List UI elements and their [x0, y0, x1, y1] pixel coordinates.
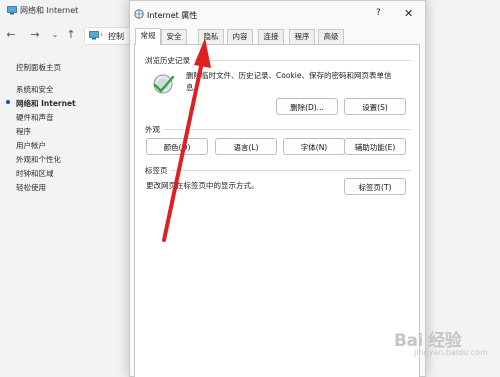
delete-history-button[interactable]: 删除(D)...	[276, 98, 338, 115]
address-text: 控制	[108, 32, 124, 41]
control-panel-icon	[89, 31, 99, 40]
network-icon	[7, 6, 17, 15]
sidebar-item-hardware-sound[interactable]: 硬件和声音	[16, 112, 54, 123]
languages-button[interactable]: 语言(L)	[215, 138, 277, 155]
sidebar-item-ease-of-access[interactable]: 轻松使用	[16, 182, 46, 193]
globe-gear-icon	[134, 9, 144, 19]
tab-general[interactable]: 常规	[135, 28, 161, 45]
section-divider	[193, 60, 411, 61]
tab-advanced[interactable]: 高级	[318, 29, 344, 44]
sidebar-item-clock-region[interactable]: 时钟和区域	[16, 168, 54, 179]
active-bullet-icon	[6, 100, 10, 104]
dialog-tabs: 常规 安全 隐私 内容 连接 程序 高级	[135, 28, 420, 45]
help-icon[interactable]: ?	[376, 8, 381, 18]
forward-arrow-icon[interactable]: →	[28, 28, 42, 42]
breadcrumb-separator-icon: ›	[100, 30, 104, 39]
sidebar-item-appearance[interactable]: 外观和个性化	[16, 154, 61, 165]
tab-security[interactable]: 安全	[161, 29, 187, 44]
appearance-label: 外观	[145, 125, 160, 134]
tab-content[interactable]: 内容	[227, 29, 253, 44]
close-icon[interactable]: ✕	[404, 7, 413, 20]
up-arrow-icon[interactable]: ↑	[64, 28, 78, 42]
control-panel-title: 网络和 Internet	[20, 6, 79, 15]
accessibility-button[interactable]: 辅助功能(E)	[344, 138, 406, 155]
history-settings-button[interactable]: 设置(S)	[344, 98, 406, 115]
browsing-history-desc-line2: 息。	[186, 83, 201, 92]
general-tab-panel: 浏览历史记录 删除临时文件、历史记录、Cookie、保存的密码和网页表单信 息。…	[134, 44, 420, 377]
tab-privacy[interactable]: 隐私	[198, 29, 224, 44]
dialog-titlebar: Internet 属性 ? ✕	[130, 1, 425, 27]
tabs-section-label: 标签页	[145, 166, 168, 175]
section-divider	[171, 170, 411, 171]
colors-button[interactable]: 颜色(O)	[146, 138, 208, 155]
watermark-url: jingyan.baidu.com	[414, 348, 488, 357]
tab-connections[interactable]: 连接	[258, 29, 284, 44]
browsing-history-icon	[153, 74, 175, 94]
tabs-settings-button[interactable]: 标签页(T)	[344, 178, 406, 195]
baidu-jingyan-watermark: Bai 经验 jingyan.baidu.com	[394, 326, 490, 366]
sidebar-item-home[interactable]: 控制面板主页	[16, 62, 61, 73]
browsing-history-label: 浏览历史记录	[145, 56, 190, 65]
fonts-button[interactable]: 字体(N)	[283, 138, 345, 155]
section-divider	[163, 129, 411, 130]
browsing-history-desc-line1: 删除临时文件、历史记录、Cookie、保存的密码和网页表单信	[186, 71, 392, 80]
sidebar-item-programs[interactable]: 程序	[16, 126, 31, 137]
internet-properties-dialog: Internet 属性 ? ✕ 常规 安全 隐私 内容 连接 程序 高级 浏览历…	[129, 0, 426, 377]
sidebar-item-system-security[interactable]: 系统和安全	[16, 84, 54, 95]
chevron-down-icon[interactable]: ⌄	[48, 28, 62, 42]
sidebar-item-user-accounts[interactable]: 用户帐户	[16, 140, 46, 151]
back-arrow-icon[interactable]: ←	[4, 28, 18, 42]
dialog-title: Internet 属性	[147, 11, 198, 20]
sidebar-item-network[interactable]: 网络和 Internet	[16, 98, 76, 109]
tab-programs[interactable]: 程序	[289, 29, 315, 44]
tabs-section-desc: 更改网页在标签页中的显示方式。	[146, 181, 259, 190]
